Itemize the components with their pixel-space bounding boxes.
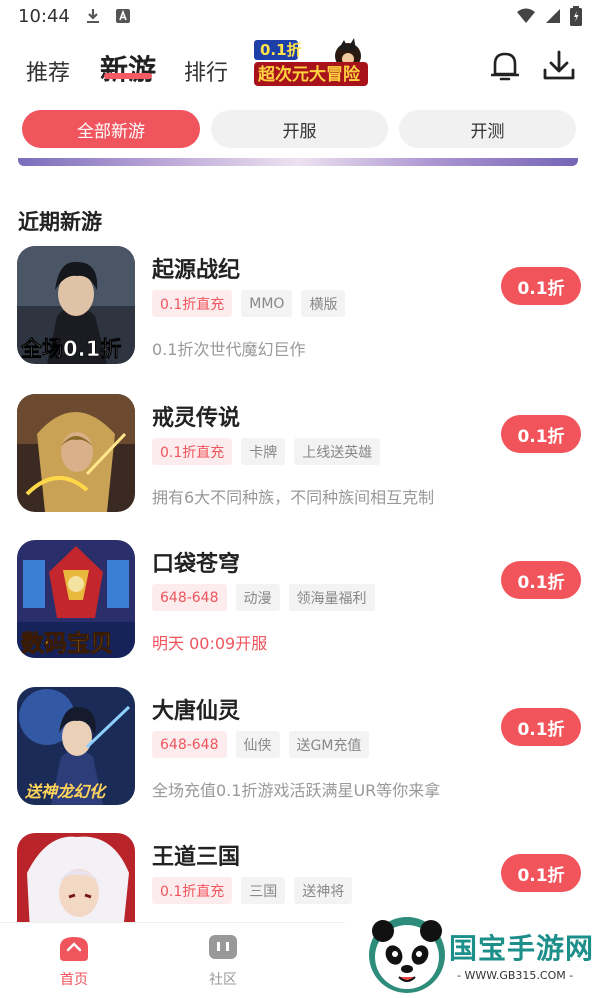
community-icon — [209, 935, 237, 959]
game-tag: MMO — [241, 290, 293, 317]
game-tag: 648-648 — [152, 584, 227, 611]
game-tags: 0.1折直充 卡牌 上线送英雄 — [152, 438, 381, 465]
game-list-item[interactable]: 数码宝贝 口袋苍穹 648-648 动漫 领海量福利 明天 00:09开服 0.… — [0, 540, 598, 660]
status-time: 10:44 — [18, 6, 70, 27]
game-tag: 领海量福利 — [288, 584, 375, 611]
discount-button[interactable]: 0.1折 — [501, 708, 581, 746]
game-description: 拥有6大不同种族，不同种族间相互克制 — [152, 488, 435, 507]
nav-community-label: 社区 — [209, 972, 237, 988]
game-tags: 0.1折直充 三国 送神将 — [152, 877, 353, 904]
game-title[interactable]: 口袋苍穹 — [152, 546, 240, 578]
battery-icon — [570, 6, 582, 26]
game-icon-overlay-text: 数码宝贝 — [21, 630, 113, 657]
filter-all-new[interactable]: 全部新游 — [22, 110, 200, 148]
status-bar: 10:44 — [0, 0, 598, 34]
discount-button[interactable]: 0.1折 — [501, 561, 581, 599]
nav-home[interactable]: 首页 — [34, 933, 114, 989]
game-tag: 仙侠 — [235, 731, 280, 758]
game-tags: 648-648 仙侠 送GM充值 — [152, 731, 370, 758]
home-icon — [60, 937, 88, 961]
site-watermark: 国宝手游网 - WWW.GB315.COM - — [345, 905, 598, 998]
game-tag: 送神将 — [294, 877, 353, 904]
banner-logo-bottom-text: 超次元大冒险 — [258, 64, 361, 85]
tab-recommend[interactable]: 推荐 — [26, 55, 70, 87]
signal-icon — [546, 9, 560, 23]
status-left-icons — [84, 7, 132, 25]
game-tag: 0.1折直充 — [152, 877, 233, 904]
watermark-url: - WWW.GB315.COM - — [457, 969, 574, 982]
panda-logo — [369, 917, 445, 993]
game-tag: 横版 — [301, 290, 346, 317]
game-title[interactable]: 起源战纪 — [152, 252, 240, 284]
section-title: 近期新游 — [18, 210, 102, 234]
filter-beta-test[interactable]: 开测 — [399, 110, 576, 148]
download-icon — [87, 9, 99, 23]
game-tag: 0.1折直充 — [152, 290, 233, 317]
banner-carousel-edge[interactable] — [18, 158, 578, 166]
game-title[interactable]: 王道三国 — [152, 839, 240, 871]
discount-button[interactable]: 0.1折 — [501, 415, 581, 453]
watermark-text: 国宝手游网 — [449, 932, 595, 965]
game-icon-overlay-text: 全场0.1折 — [20, 337, 121, 361]
game-icon-overlay-text: 送神龙幻化 — [24, 782, 108, 801]
game-server-open-time: 明天 00:09开服 — [152, 634, 268, 653]
game-description: 0.1折次世代魔幻巨作 — [152, 340, 306, 359]
active-tab-indicator — [104, 73, 152, 79]
game-icon[interactable]: 全场0.1折 — [17, 246, 135, 364]
tab-new-games[interactable]: 新游 — [100, 48, 156, 88]
game-tag: 动漫 — [235, 584, 280, 611]
game-tag: 648-648 — [152, 731, 227, 758]
game-title[interactable]: 戒灵传说 — [152, 400, 240, 432]
wifi-icon — [517, 8, 535, 23]
game-icon[interactable]: 送神龙幻化 — [17, 687, 135, 805]
game-list-item[interactable]: 全场0.1折 起源战纪 0.1折直充 MMO 横版 0.1折次世代魔幻巨作 0.… — [0, 246, 598, 366]
promo-banner-logo[interactable]: 0.1折 超次元大冒险 — [252, 38, 370, 90]
game-tag: 卡牌 — [241, 438, 286, 465]
download-icon[interactable] — [542, 48, 576, 84]
discount-button[interactable]: 0.1折 — [501, 267, 581, 305]
game-list-item[interactable]: 送神龙幻化 大唐仙灵 648-648 仙侠 送GM充值 全场充值0.1折游戏活跃… — [0, 687, 598, 807]
game-tag: 送GM充值 — [288, 731, 370, 758]
nav-home-label: 首页 — [60, 972, 88, 988]
filter-pills: 全部新游 开服 开测 — [22, 110, 578, 148]
filter-server-open[interactable]: 开服 — [211, 110, 388, 148]
game-tag: 0.1折直充 — [152, 438, 233, 465]
game-tag: 上线送英雄 — [294, 438, 381, 465]
game-list-item[interactable]: 戒灵传说 0.1折直充 卡牌 上线送英雄 拥有6大不同种族，不同种族间相互克制 … — [0, 394, 598, 514]
discount-button[interactable]: 0.1折 — [501, 854, 581, 892]
game-icon[interactable] — [17, 394, 135, 512]
status-right-icons — [516, 6, 582, 26]
banner-logo-top-text: 0.1折 — [260, 41, 302, 59]
game-icon[interactable]: 数码宝贝 — [17, 540, 135, 658]
game-tags: 0.1折直充 MMO 横版 — [152, 290, 346, 317]
bell-icon[interactable] — [488, 48, 522, 84]
game-title[interactable]: 大唐仙灵 — [152, 693, 240, 725]
game-tags: 648-648 动漫 领海量福利 — [152, 584, 375, 611]
tab-ranking[interactable]: 排行 — [184, 55, 228, 87]
game-description: 全场充值0.1折游戏活跃满星UR等你来拿 — [152, 781, 441, 800]
a-badge-icon — [116, 9, 130, 23]
nav-community[interactable]: 社区 — [183, 933, 263, 989]
game-tag: 三国 — [241, 877, 286, 904]
banner-logo-art: 0.1折 超次元大冒险 — [254, 38, 368, 86]
